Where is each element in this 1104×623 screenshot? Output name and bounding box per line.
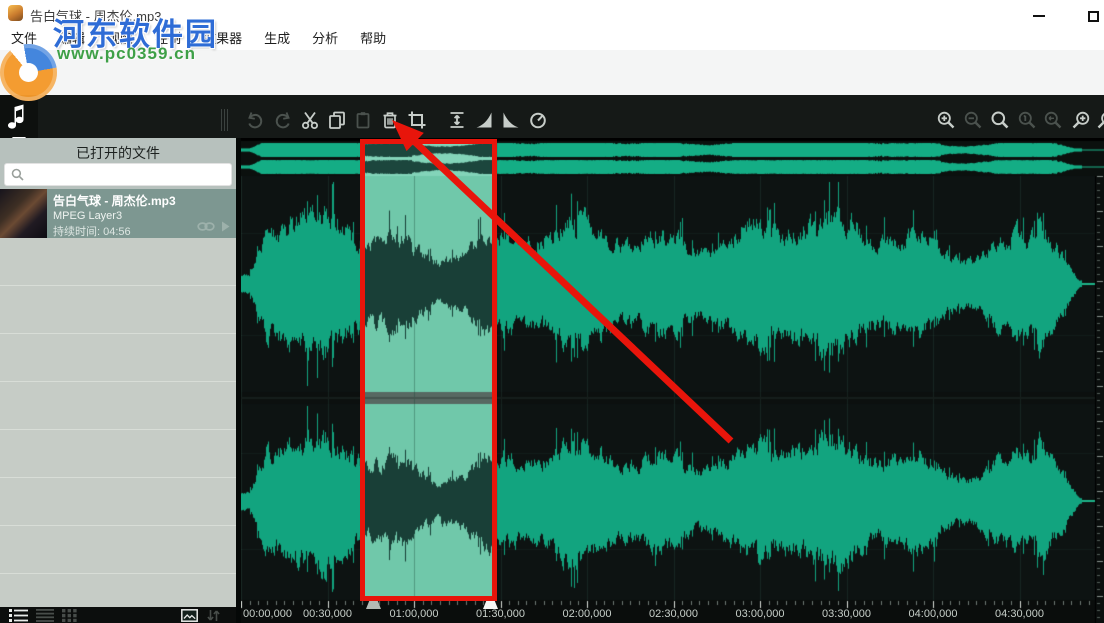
timeline-label-1: 00:30,000 (303, 608, 352, 620)
search-box[interactable] (4, 163, 232, 186)
fade-out-button[interactable] (501, 110, 521, 130)
show-artwork-button[interactable] (181, 609, 198, 623)
detail-view-icon (9, 609, 28, 622)
cut-icon (300, 110, 320, 130)
window-title: 告白气球 - 周杰伦.mp3 (30, 6, 161, 25)
zoom-in-button[interactable] (936, 110, 956, 130)
search-icon (11, 168, 24, 181)
menu-item-3[interactable]: 控制 (144, 28, 192, 50)
zoom-one-to-one-button[interactable] (1017, 110, 1037, 130)
redo-button[interactable] (273, 110, 293, 130)
app-window: 告白气球 - 周杰伦.mp3 文件编辑视图控制效果器生成分析帮助 i 32 kH… (0, 0, 1104, 623)
fade-in-button[interactable] (474, 110, 494, 130)
file-list-item[interactable]: 告白气球 - 周杰伦.mp3 MPEG Layer3 持续时间: 04:56 (0, 189, 236, 238)
fit-icon (447, 110, 467, 130)
vertical-zoom-in-button[interactable] (1071, 110, 1091, 130)
fadeout-icon (501, 110, 521, 130)
timeline-label-3: 01:30,000 (476, 608, 525, 620)
paste-icon (353, 110, 373, 130)
trash-icon (380, 110, 400, 130)
maximize-icon (1088, 11, 1099, 22)
menu-bar: 文件编辑视图控制效果器生成分析帮助 (0, 28, 1104, 50)
artwork-icon (181, 609, 198, 622)
list-view-button[interactable] (36, 609, 54, 623)
maximize-button[interactable] (1080, 8, 1104, 24)
zin-icon (936, 110, 956, 130)
knob-icon (528, 110, 548, 130)
menu-item-6[interactable]: 分析 (301, 28, 349, 50)
sidebar-title: 已打开的文件 (0, 143, 236, 163)
crop-icon (407, 110, 427, 130)
timeline-label-9: 04:30,000 (995, 608, 1044, 620)
file-list[interactable] (0, 238, 236, 607)
album-art (0, 189, 47, 238)
link-icon[interactable] (197, 221, 215, 232)
vzin-icon (1071, 110, 1091, 130)
timeline-label-8: 04:00,000 (909, 608, 958, 620)
undo-button[interactable] (245, 110, 265, 130)
menu-item-7[interactable]: 帮助 (349, 28, 397, 50)
zone-icon (1017, 110, 1037, 130)
minimize-icon (1033, 15, 1045, 17)
zsel-icon (990, 110, 1010, 130)
menu-item-5[interactable]: 生成 (253, 28, 301, 50)
fit-vertical-button[interactable] (447, 110, 467, 130)
annotation-rectangle (360, 139, 497, 601)
timeline-label-4: 02:00,000 (563, 608, 612, 620)
detail-view-button[interactable] (9, 609, 28, 623)
trim-button[interactable] (407, 110, 427, 130)
zoom-selection-button[interactable] (990, 110, 1010, 130)
list-view-icon (36, 609, 54, 622)
toolbar-drag-handle[interactable] (221, 109, 231, 131)
timeline-label-7: 03:30,000 (822, 608, 871, 620)
cut-button[interactable] (300, 110, 320, 130)
sort-arrows-icon (206, 609, 221, 622)
zoom-previous-button[interactable] (1043, 110, 1063, 130)
menu-item-4[interactable]: 效果器 (192, 28, 253, 50)
file-play-icon[interactable] (221, 221, 230, 232)
zback-icon (1043, 110, 1063, 130)
menu-item-2[interactable]: 视图 (96, 28, 144, 50)
timeline-label-5: 02:30,000 (649, 608, 698, 620)
timeline-label-0: 00:00,000 (243, 608, 292, 620)
redo-icon (273, 110, 293, 130)
search-input[interactable] (24, 164, 231, 185)
app-icon (8, 5, 23, 21)
main-toolbar: i 32 kHz stereo -0000:01:27.287 (0, 50, 1104, 95)
undo-icon (245, 110, 265, 130)
file-name: 告白气球 - 周杰伦.mp3 (53, 192, 236, 209)
title-bar: 告白气球 - 周杰伦.mp3 (0, 0, 1104, 28)
menu-item-0[interactable]: 文件 (0, 28, 48, 50)
menu-item-1[interactable]: 编辑 (48, 28, 96, 50)
fadein-icon (474, 110, 494, 130)
vertical-zoom-out-button[interactable] (1096, 110, 1104, 130)
document-tab[interactable] (0, 95, 38, 138)
delete-button[interactable] (380, 110, 400, 130)
copy-icon (327, 110, 347, 130)
grid-view-button[interactable] (62, 609, 77, 623)
minimize-button[interactable] (1026, 8, 1052, 24)
grid-view-icon (62, 609, 77, 622)
gain-button[interactable] (528, 110, 548, 130)
vzout-icon (1096, 110, 1104, 130)
music-note-icon (8, 103, 30, 131)
zoom-out-button[interactable] (963, 110, 983, 130)
copy-button[interactable] (327, 110, 347, 130)
timeline-label-6: 03:00,000 (736, 608, 785, 620)
timeline-label-2: 01:00,000 (390, 608, 439, 620)
paste-button[interactable] (353, 110, 373, 130)
sort-button[interactable] (206, 609, 221, 623)
zout-icon (963, 110, 983, 130)
